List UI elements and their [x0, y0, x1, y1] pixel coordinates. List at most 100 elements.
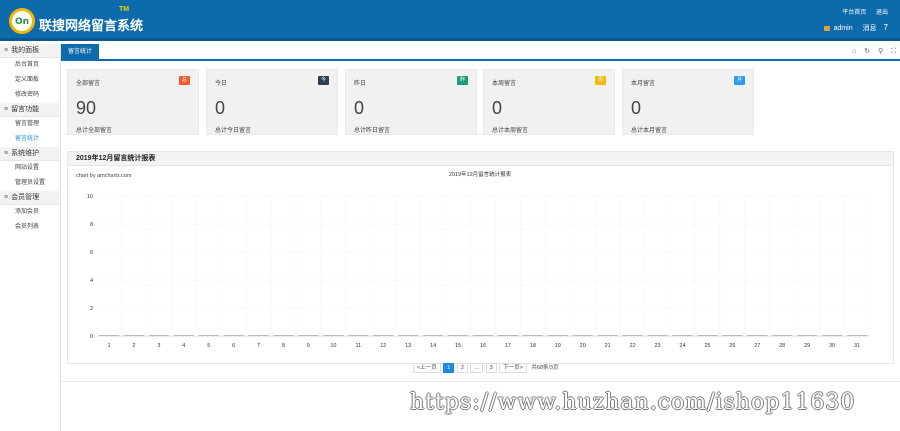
bar	[348, 335, 369, 336]
sidebar-item-change-password[interactable]: 修改密码	[0, 88, 60, 103]
pagination: <上一页 1 2 ... 3 下一页> 共68条/3页	[413, 363, 559, 373]
sidebar-item-message-manage[interactable]: 留言管理	[0, 117, 60, 132]
list-icon: ≡	[4, 194, 9, 201]
bar	[697, 335, 718, 336]
bar	[722, 335, 743, 336]
home-icon[interactable]: ⌂	[852, 48, 856, 55]
stat-desc: 总计全部留言	[76, 128, 113, 134]
sidebar-group-label: 我的面板	[11, 47, 40, 54]
username[interactable]: admin	[834, 25, 853, 32]
x-tick-label: 30	[829, 343, 835, 349]
bar	[198, 335, 219, 336]
x-tick-label: 1	[107, 343, 110, 349]
x-tick-label: 19	[555, 343, 561, 349]
stat-badge: 总	[179, 76, 190, 85]
x-tick-label: 20	[580, 343, 586, 349]
prev-page-button[interactable]: <上一页	[413, 363, 441, 373]
x-tick-label: 24	[679, 343, 685, 349]
stat-value: 90	[76, 98, 97, 118]
logout-link[interactable]: 退出	[876, 10, 888, 16]
divider	[61, 381, 900, 382]
sidebar-item-message-stats[interactable]: 留言统计	[0, 132, 60, 147]
bar	[248, 335, 269, 336]
x-tick-label: 2	[132, 343, 135, 349]
sidebar-group-panel[interactable]: ≡ 我的面板	[0, 44, 60, 58]
x-tick-label: 7	[257, 343, 260, 349]
bar	[373, 335, 394, 336]
stat-desc: 总计本月留言	[631, 128, 668, 134]
bar	[847, 335, 867, 336]
tab-tools: ⌂ ↻ ⚲ ⛶	[846, 47, 896, 56]
sidebar-group-members[interactable]: ≡ 会员管理	[0, 191, 60, 205]
x-tick-label: 25	[704, 343, 710, 349]
top-links: 平台首页 退出	[834, 7, 888, 16]
user-icon	[823, 25, 830, 31]
sidebar-item-custom-panel[interactable]: 定义面板	[0, 73, 60, 88]
page-2-button[interactable]: 2	[456, 363, 468, 373]
bar	[522, 335, 543, 336]
x-tick-label: 6	[232, 343, 235, 349]
sidebar-item-admin-settings[interactable]: 管理员设置	[0, 176, 60, 191]
logo-text: On	[15, 17, 30, 27]
x-tick-label: 10	[330, 343, 336, 349]
x-tick-label: 27	[754, 343, 760, 349]
page-3-button[interactable]: 3	[485, 363, 497, 373]
stat-badge: 今	[318, 76, 329, 85]
next-page-button[interactable]: 下一页>	[499, 363, 527, 373]
sidebar-group-messages[interactable]: ≡ 留言功能	[0, 103, 60, 117]
stat-card-month: 本月留言 月 0 总计本月留言	[622, 69, 754, 135]
x-tick-label: 23	[654, 343, 660, 349]
x-tick-label: 13	[405, 343, 411, 349]
sidebar-group-system[interactable]: ≡ 系统维护	[0, 147, 60, 161]
bar	[473, 335, 493, 336]
stat-title: 全部留言	[76, 81, 101, 87]
x-tick-label: 8	[282, 343, 285, 349]
tab-message-stats[interactable]: 留言统计	[61, 44, 100, 61]
sidebar-group-label: 留言功能	[11, 106, 40, 113]
chart-title: 2019年12月留言统计报表	[449, 170, 512, 178]
stat-title: 今日	[215, 81, 228, 87]
bar	[597, 335, 618, 336]
refresh-icon[interactable]: ↻	[864, 48, 870, 55]
stat-desc: 总计本周留言	[492, 128, 529, 134]
stat-card-all: 全部留言 总 90 总计全部留言	[67, 69, 199, 135]
x-tick-label: 18	[530, 343, 536, 349]
stat-title: 本周留言	[492, 81, 517, 87]
x-tick-label: 21	[605, 343, 611, 349]
x-tick-label: 3	[157, 343, 160, 349]
y-tick-label: 0	[90, 334, 93, 340]
message-count: 7	[883, 23, 888, 32]
list-icon: ≡	[4, 150, 9, 157]
tab-bar: 留言统计 ⌂ ↻ ⚲ ⛶	[61, 44, 900, 61]
sidebar-item-member-list[interactable]: 会员列表	[0, 220, 60, 235]
bar	[323, 335, 344, 336]
sidebar-item-add-member[interactable]: 添加会员	[0, 205, 60, 220]
y-tick-label: 8	[90, 222, 93, 228]
sidebar-item-home[interactable]: 后台首页	[0, 58, 60, 73]
stat-title: 本月留言	[631, 81, 656, 87]
x-tick-label: 29	[804, 343, 810, 349]
bar	[99, 335, 119, 336]
list-icon: ≡	[4, 106, 9, 113]
stat-badge: 月	[734, 76, 745, 85]
x-tick-label: 12	[380, 343, 386, 349]
messages-link[interactable]: 消息	[863, 25, 877, 32]
y-tick-label: 6	[90, 250, 93, 256]
stat-value: 0	[215, 98, 226, 118]
fullscreen-icon[interactable]: ⛶	[891, 48, 896, 55]
home-link[interactable]: 平台首页	[842, 10, 866, 16]
sidebar-item-site-settings[interactable]: 网站设置	[0, 161, 60, 176]
stats-report-panel: 2019年12月留言统计报表 chart by amcharts.com 201…	[67, 151, 894, 364]
bar	[772, 335, 793, 336]
bar	[173, 335, 194, 336]
y-tick-label: 10	[87, 194, 93, 200]
stat-value: 0	[354, 98, 365, 118]
page-1-button[interactable]: 1	[443, 363, 455, 373]
sidebar-group-label: 会员管理	[11, 194, 40, 201]
x-tick-label: 15	[455, 343, 461, 349]
bar	[398, 335, 419, 336]
stat-value: 0	[492, 98, 503, 118]
bar	[123, 335, 144, 336]
bar	[423, 335, 444, 336]
search-icon[interactable]: ⚲	[878, 48, 883, 55]
